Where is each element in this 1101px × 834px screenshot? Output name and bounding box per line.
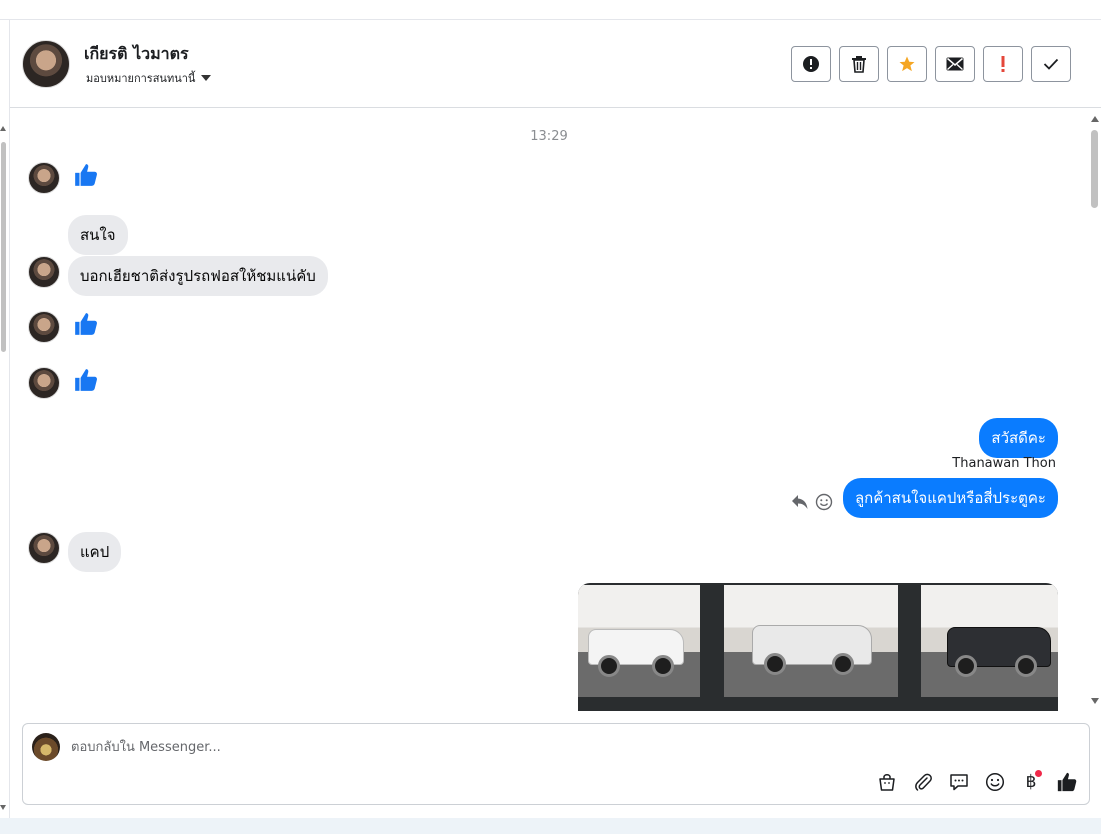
reply-input[interactable] <box>69 736 769 758</box>
report-icon <box>803 56 819 72</box>
car-photo[interactable] <box>578 585 700 697</box>
shop-button[interactable] <box>875 770 899 794</box>
sender-name: Thanawan Thon <box>952 456 1056 471</box>
important-icon <box>1001 56 1005 72</box>
assign-label: มอบหมายการสนทนานี้ <box>86 72 196 85</box>
header-actions <box>791 46 1071 82</box>
conversation-list-scrollbar[interactable] <box>0 120 9 810</box>
trash-icon <box>852 56 866 73</box>
envelope-icon <box>946 57 964 71</box>
attach-button[interactable] <box>911 770 935 794</box>
send-like-button[interactable] <box>1055 770 1079 794</box>
report-button[interactable] <box>791 46 831 82</box>
paperclip-icon <box>915 773 932 791</box>
outgoing-message[interactable]: ลูกค้าสนใจแคปหรือสี่ประตูคะ <box>842 478 1058 518</box>
contact-avatar-small[interactable] <box>28 367 60 399</box>
contact-avatar-small[interactable] <box>28 256 60 288</box>
like-icon <box>1057 772 1077 792</box>
composer-tools: ฿ <box>875 770 1079 794</box>
conversation-header: เกียรติ ไวมาตร มอบหมายการสนทนานี้ <box>10 20 1101 108</box>
messenger-inbox-window: เกียรติ ไวมาตร มอบหมายการสนทนานี้ 13:29 … <box>0 0 1101 834</box>
scroll-down-arrow-icon[interactable] <box>0 805 6 810</box>
emoji-icon <box>985 772 1005 792</box>
checkmark-icon <box>1043 58 1059 70</box>
react-emoji-icon[interactable] <box>815 493 833 511</box>
contact-avatar-small[interactable] <box>28 532 60 564</box>
star-icon <box>899 56 915 72</box>
outgoing-message[interactable]: สวัสดีคะ <box>979 418 1058 458</box>
payment-button[interactable]: ฿ <box>1019 770 1043 794</box>
bottom-band <box>0 818 1101 834</box>
mark-unread-button[interactable] <box>935 46 975 82</box>
contact-avatar-small[interactable] <box>28 162 60 194</box>
message-thread[interactable]: 13:29 สนใจ บอกเฮียชาติส่งรูปรถฟอสให้ชมแน… <box>10 109 1088 711</box>
contact-avatar-small[interactable] <box>28 311 60 343</box>
incoming-message[interactable]: สนใจ <box>68 215 128 255</box>
like-icon <box>75 313 97 335</box>
star-button[interactable] <box>887 46 927 82</box>
scroll-down-arrow-icon[interactable] <box>1091 698 1099 704</box>
mark-done-button[interactable] <box>1031 46 1071 82</box>
scroll-thumb[interactable] <box>1091 130 1098 208</box>
incoming-message[interactable]: บอกเฮียชาติส่งรูปรถฟอสให้ชมแน่คับ <box>68 256 328 296</box>
reply-composer: ฿ <box>22 723 1090 805</box>
scroll-up-arrow-icon[interactable] <box>1091 116 1099 122</box>
message-thread-scrollbar[interactable] <box>1088 110 1101 710</box>
saved-replies-button[interactable] <box>947 770 971 794</box>
like-icon <box>75 164 97 186</box>
assign-conversation-dropdown[interactable]: มอบหมายการสนทนานี้ <box>86 69 212 87</box>
scroll-thumb[interactable] <box>1 142 6 352</box>
contact-avatar[interactable] <box>22 40 70 88</box>
contact-name[interactable]: เกียรติ ไวมาตร <box>84 42 189 67</box>
mark-important-button[interactable] <box>983 46 1023 82</box>
caret-down-icon <box>201 75 212 81</box>
car-photo[interactable] <box>921 585 1058 697</box>
car-photo[interactable] <box>724 585 898 697</box>
incoming-message[interactable]: แคป <box>68 532 122 572</box>
top-strip <box>0 0 1101 20</box>
scroll-up-arrow-icon[interactable] <box>0 126 6 131</box>
photo-attachment-group[interactable] <box>578 583 1058 711</box>
quick-reply-icon <box>950 774 968 791</box>
like-icon <box>75 369 97 391</box>
reply-icon[interactable] <box>791 494 809 510</box>
notification-dot <box>1035 770 1042 777</box>
message-timestamp: 13:29 <box>530 129 568 144</box>
emoji-button[interactable] <box>983 770 1007 794</box>
delete-button[interactable] <box>839 46 879 82</box>
bag-icon <box>879 774 895 791</box>
page-avatar <box>32 733 60 761</box>
